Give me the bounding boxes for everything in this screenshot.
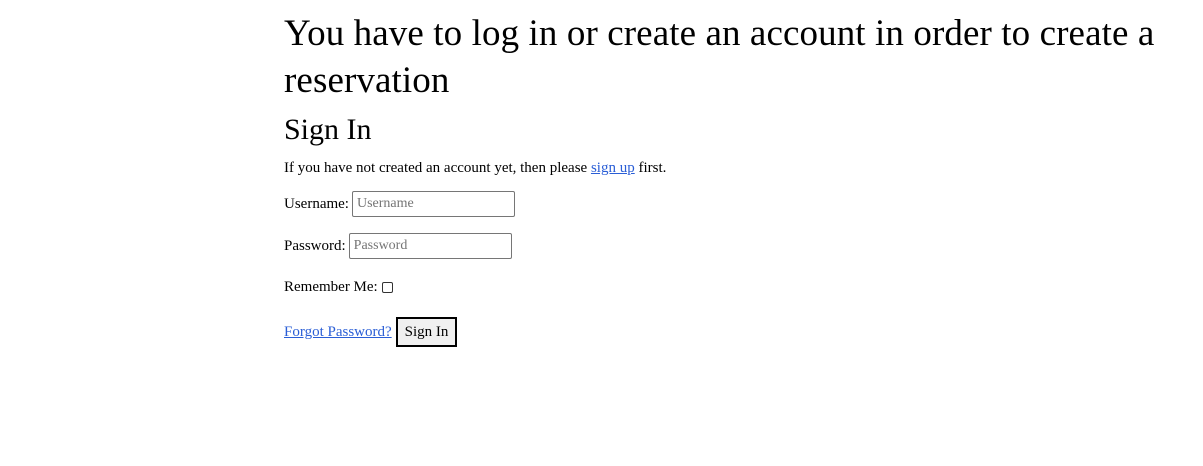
username-label: Username: [284, 196, 349, 212]
signup-link[interactable]: sign up [591, 160, 635, 176]
signup-prompt: If you have not created an account yet, … [284, 158, 1164, 178]
page-headline: You have to log in or create an account … [284, 13, 1155, 101]
signup-prompt-text-after: first. [634, 160, 667, 176]
password-label: Password: [284, 238, 346, 254]
remember-checkbox[interactable] [381, 281, 393, 293]
actions-row: Forgot Password? Sign In [284, 317, 1164, 347]
username-row: Username: [284, 191, 1164, 217]
page: You have to log in or create an account … [0, 0, 1203, 466]
signup-prompt-text-before: If you have not created an account yet, … [284, 160, 591, 176]
username-field[interactable] [351, 191, 515, 217]
main-content: You have to log in or create an account … [284, 10, 1164, 347]
login-form: Username: Password: Remember Me: Forgot … [284, 191, 1164, 347]
remember-label: Remember Me: [284, 279, 378, 295]
signin-title: Sign In [284, 113, 372, 146]
forgot-password-link[interactable]: Forgot Password? [284, 322, 392, 342]
password-row: Password: [284, 233, 1164, 259]
remember-row: Remember Me: [284, 277, 1164, 297]
password-field[interactable] [348, 233, 512, 259]
sign-in-button[interactable]: Sign In [395, 317, 458, 347]
